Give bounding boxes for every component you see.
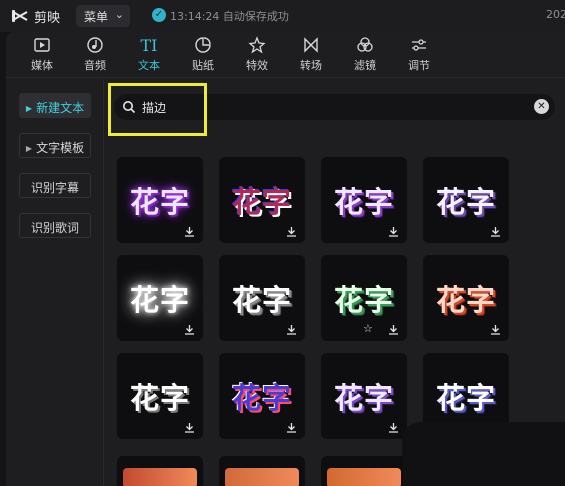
search-icon xyxy=(123,101,136,114)
sidebar-item-new-text[interactable]: ▶ 新建文本 xyxy=(19,93,91,118)
download-icon[interactable] xyxy=(286,422,297,433)
text-style-preview xyxy=(123,468,197,486)
tab-label: 特效 xyxy=(246,59,268,72)
project-date: 202 xyxy=(546,8,565,21)
tab-sticker[interactable]: 贴纸 xyxy=(181,36,225,76)
favorite-star-icon[interactable]: ☆ xyxy=(363,322,373,335)
text-icon: TI xyxy=(140,36,158,55)
capcut-logo-icon xyxy=(12,10,28,22)
text-style-preview: 花字 xyxy=(231,283,292,317)
filter-icon xyxy=(343,36,387,56)
sticker-icon xyxy=(181,36,225,56)
download-icon[interactable] xyxy=(388,324,399,335)
text-style-preview: 花字 xyxy=(129,185,190,219)
tab-label: 调节 xyxy=(408,59,430,72)
text-style-tile[interactable]: 花字 xyxy=(117,255,203,341)
sidebar-item-label: 文字模板 xyxy=(36,141,85,155)
download-icon[interactable] xyxy=(286,324,297,335)
tab-label: 文本 xyxy=(138,59,160,72)
download-icon[interactable] xyxy=(490,324,501,335)
overlay-panel xyxy=(402,422,565,486)
text-style-preview xyxy=(327,468,401,486)
text-style-tile[interactable]: 花字 xyxy=(321,157,407,243)
text-style-tile[interactable]: 花字 xyxy=(219,157,305,243)
caret-right-icon: ▶ xyxy=(25,144,33,153)
text-style-tile[interactable] xyxy=(117,456,203,486)
text-style-tile[interactable]: 花字 xyxy=(321,353,407,439)
adjust-icon xyxy=(397,36,441,56)
text-style-tile[interactable]: 花字 xyxy=(117,157,203,243)
text-style-preview: 花字 xyxy=(333,283,394,317)
download-icon[interactable] xyxy=(184,324,195,335)
tab-media[interactable]: 媒体 xyxy=(20,36,64,76)
tab-label: 滤镜 xyxy=(354,59,376,72)
text-style-preview xyxy=(225,468,299,486)
menu-label: 菜单 xyxy=(84,10,109,24)
search-bar: ✕ xyxy=(114,94,555,120)
text-sidebar: ▶ 新建文本 ▶ 文字模板 识别字幕 识别歌词 xyxy=(6,79,104,486)
text-style-preview: 花字 xyxy=(129,381,190,415)
tab-transition[interactable]: 转场 xyxy=(289,36,333,76)
tab-label: 媒体 xyxy=(31,59,53,72)
title-bar: 剪映 菜单 ⌄ ✓ 13:14:24 自动保存成功 202 xyxy=(0,0,565,32)
tab-audio[interactable]: 音频 xyxy=(73,36,117,76)
tab-label: 贴纸 xyxy=(192,59,214,72)
text-style-preview: 花字 xyxy=(435,283,496,317)
download-icon[interactable] xyxy=(388,226,399,237)
tab-filter[interactable]: 滤镜 xyxy=(343,36,387,76)
download-icon[interactable] xyxy=(490,226,501,237)
text-style-tile[interactable]: 花字 xyxy=(423,255,509,341)
check-circle-icon: ✓ xyxy=(152,8,166,22)
text-style-preview: 花字 xyxy=(333,185,394,219)
text-style-preview: 花字 xyxy=(435,185,496,219)
media-icon xyxy=(20,36,64,56)
sidebar-item-label: 新建文本 xyxy=(36,101,85,115)
effects-icon xyxy=(235,36,279,56)
sidebar-item-auto-captions[interactable]: 识别字幕 xyxy=(19,173,91,198)
sidebar-item-auto-lyrics[interactable]: 识别歌词 xyxy=(19,213,91,238)
app-name: 剪映 xyxy=(34,11,61,26)
text-style-preview: 花字 xyxy=(435,381,496,415)
text-style-preview: 花字 xyxy=(231,381,292,415)
transition-icon xyxy=(289,36,333,56)
text-style-tile[interactable]: 花字 xyxy=(219,255,305,341)
text-style-tile[interactable]: 花字 xyxy=(423,157,509,243)
download-icon[interactable] xyxy=(388,422,399,433)
text-style-tile[interactable]: 花字 xyxy=(219,353,305,439)
tab-label: 音频 xyxy=(84,59,106,72)
text-style-preview: 花字 xyxy=(129,283,190,317)
audio-icon xyxy=(73,36,117,56)
clear-search-button[interactable]: ✕ xyxy=(534,99,549,114)
tab-effects[interactable]: 特效 xyxy=(235,36,279,76)
tab-label: 转场 xyxy=(300,59,322,72)
download-icon[interactable] xyxy=(184,226,195,237)
menu-button[interactable]: 菜单 ⌄ xyxy=(76,5,130,27)
text-style-preview: 花字 xyxy=(231,185,292,219)
sidebar-item-label: 识别字幕 xyxy=(30,181,79,195)
download-icon[interactable] xyxy=(286,226,297,237)
sidebar-item-label: 识别歌词 xyxy=(30,221,79,235)
autosave-status: 13:14:24 自动保存成功 xyxy=(170,10,289,23)
search-input[interactable] xyxy=(142,98,522,116)
tab-text[interactable]: TI 文本 xyxy=(127,36,171,76)
sidebar-item-text-templates[interactable]: ▶ 文字模板 xyxy=(19,133,91,158)
chevron-down-icon: ⌄ xyxy=(114,8,124,21)
caret-right-icon: ▶ xyxy=(25,104,33,113)
media-toolbar: 媒体 音频 TI 文本 贴纸 特效 转场 滤镜 调节 xyxy=(6,32,565,78)
text-style-tile[interactable]: 花字 xyxy=(117,353,203,439)
download-icon[interactable] xyxy=(184,422,195,433)
text-style-tile[interactable] xyxy=(219,456,305,486)
text-style-tile[interactable] xyxy=(321,456,407,486)
text-style-preview: 花字 xyxy=(333,381,394,415)
tab-adjust[interactable]: 调节 xyxy=(397,36,441,76)
text-style-tile[interactable]: 花字 ☆ xyxy=(321,255,407,341)
